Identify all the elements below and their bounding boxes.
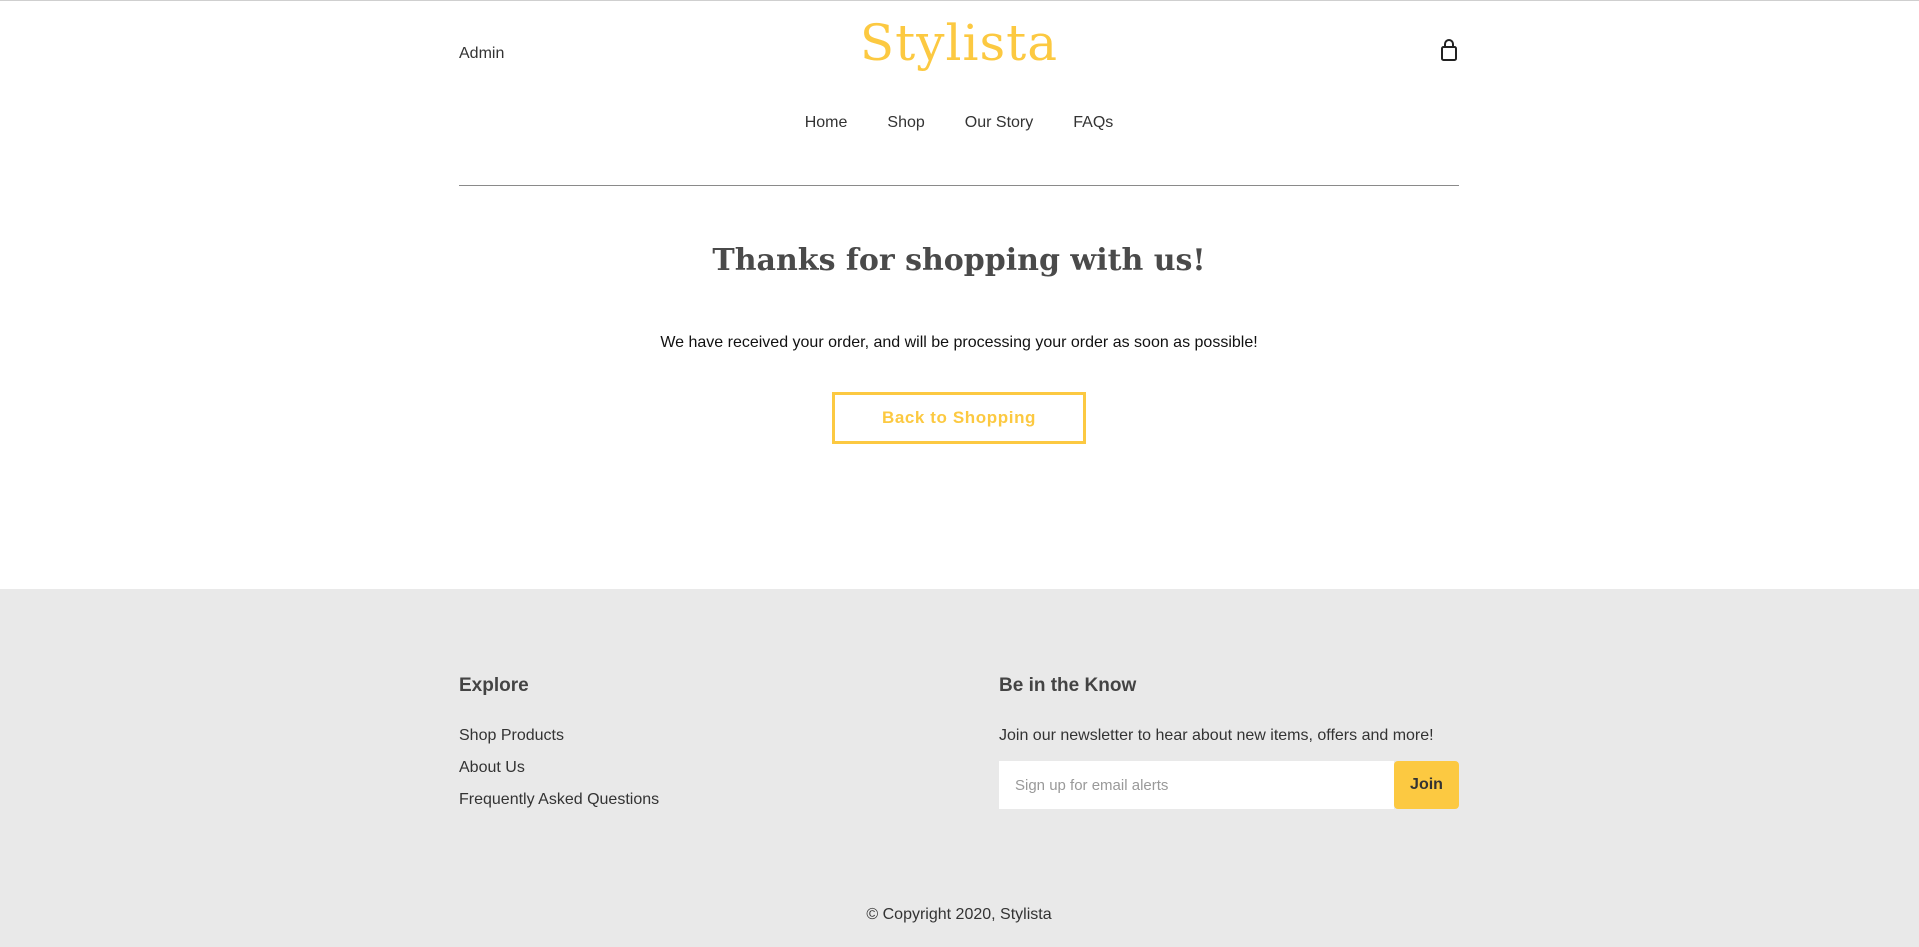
- footer-link-shop-products[interactable]: Shop Products: [459, 727, 564, 744]
- nav-faqs[interactable]: FAQs: [1073, 114, 1113, 132]
- site-footer: Explore Shop Products About Us Frequentl…: [0, 589, 1919, 947]
- order-confirmation: Thanks for shopping with us! We have rec…: [459, 187, 1459, 589]
- site-header: Admin Stylista Home Shop Our Story FAQs: [459, 0, 1459, 187]
- join-button[interactable]: Join: [1394, 761, 1459, 809]
- header-divider: [459, 185, 1459, 186]
- explore-links: Shop Products About Us Frequently Asked …: [459, 727, 859, 823]
- confirmation-message: We have received your order, and will be…: [660, 334, 1258, 351]
- admin-link[interactable]: Admin: [459, 45, 504, 63]
- newsletter-text: Join our newsletter to hear about new it…: [999, 727, 1434, 744]
- stylista-logo[interactable]: Stylista: [860, 14, 1058, 72]
- footer-link-about-us[interactable]: About Us: [459, 759, 525, 776]
- nav-our-story[interactable]: Our Story: [965, 114, 1033, 132]
- main-nav: Home Shop Our Story FAQs: [459, 114, 1459, 132]
- footer-link-faq[interactable]: Frequently Asked Questions: [459, 791, 659, 808]
- shopping-bag-icon[interactable]: [1439, 38, 1459, 62]
- footer-explore: Explore Shop Products About Us Frequentl…: [459, 675, 859, 823]
- email-signup-input[interactable]: [999, 761, 1394, 809]
- nav-shop[interactable]: Shop: [887, 114, 924, 132]
- copyright: © Copyright 2020, Stylista: [866, 906, 1052, 923]
- nav-home[interactable]: Home: [805, 114, 848, 132]
- explore-heading: Explore: [459, 675, 529, 696]
- newsletter-heading: Be in the Know: [999, 675, 1137, 696]
- footer-newsletter: Be in the Know Join our newsletter to he…: [999, 675, 1459, 809]
- page-title: Thanks for shopping with us!: [712, 243, 1206, 278]
- newsletter-form: Join: [999, 761, 1459, 809]
- back-to-shopping-button[interactable]: Back to Shopping: [832, 392, 1086, 444]
